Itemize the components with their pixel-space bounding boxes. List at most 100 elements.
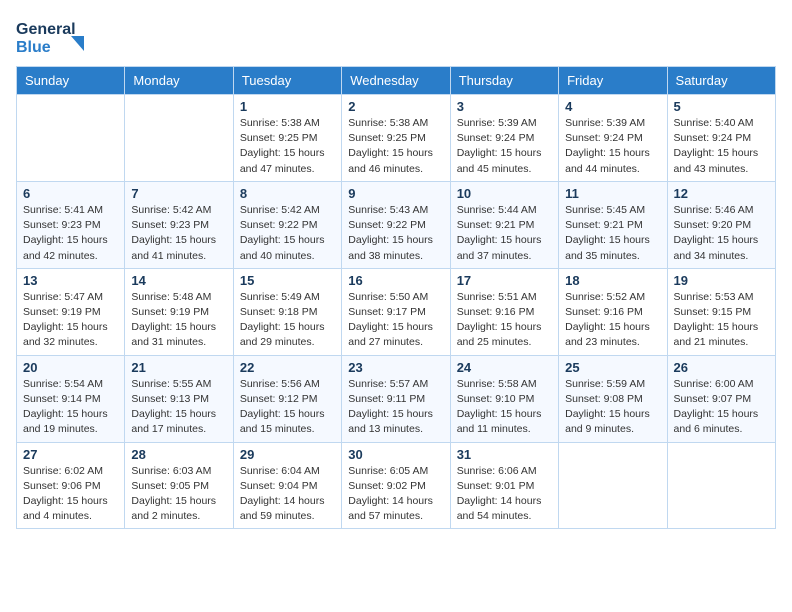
day-number: 26 bbox=[674, 360, 769, 375]
calendar-cell: 4Sunrise: 5:39 AMSunset: 9:24 PMDaylight… bbox=[559, 95, 667, 182]
day-info: Sunrise: 5:42 AMSunset: 9:22 PMDaylight:… bbox=[240, 203, 335, 264]
day-info: Sunrise: 5:40 AMSunset: 9:24 PMDaylight:… bbox=[674, 116, 769, 177]
day-info: Sunrise: 5:41 AMSunset: 9:23 PMDaylight:… bbox=[23, 203, 118, 264]
calendar-cell: 25Sunrise: 5:59 AMSunset: 9:08 PMDayligh… bbox=[559, 355, 667, 442]
day-number: 18 bbox=[565, 273, 660, 288]
calendar-cell: 11 Sunrise: 5:45 AMSunset: 9:21 PMDayligh… bbox=[559, 181, 667, 268]
calendar-cell: 22 Sunrise: 5:56 AMSunset: 9:12 PMDayligh… bbox=[233, 355, 341, 442]
day-info: Sunrise: 5:58 AMSunset: 9:10 PMDaylight:… bbox=[457, 377, 552, 438]
weekday-header-thursday: Thursday bbox=[450, 67, 558, 95]
calendar-cell: 24 Sunrise: 5:58 AMSunset: 9:10 PMDayligh… bbox=[450, 355, 558, 442]
day-info: Sunrise: 5:45 AMSunset: 9:21 PMDaylight:… bbox=[565, 203, 660, 264]
calendar-week-row: 1 Sunrise: 5:38 AMSunset: 9:25 PMDaylight… bbox=[17, 95, 776, 182]
calendar-cell: 30Sunrise: 6:05 AMSunset: 9:02 PMDayligh… bbox=[342, 442, 450, 529]
day-info: Sunrise: 5:46 AMSunset: 9:20 PMDaylight:… bbox=[674, 203, 769, 264]
calendar-cell bbox=[667, 442, 775, 529]
day-number: 29 bbox=[240, 447, 335, 462]
calendar-cell: 16 Sunrise: 5:50 AMSunset: 9:17 PMDayligh… bbox=[342, 268, 450, 355]
day-info: Sunrise: 5:51 AMSunset: 9:16 PMDaylight:… bbox=[457, 290, 552, 351]
day-info: Sunrise: 6:03 AMSunset: 9:05 PMDaylight:… bbox=[131, 464, 226, 525]
day-number: 15 bbox=[240, 273, 335, 288]
day-number: 4 bbox=[565, 99, 660, 114]
day-info: Sunrise: 5:39 AMSunset: 9:24 PMDaylight:… bbox=[457, 116, 552, 177]
calendar-cell: 19Sunrise: 5:53 AMSunset: 9:15 PMDayligh… bbox=[667, 268, 775, 355]
day-info: Sunrise: 6:05 AMSunset: 9:02 PMDaylight:… bbox=[348, 464, 443, 525]
calendar-cell: 5 Sunrise: 5:40 AMSunset: 9:24 PMDaylight… bbox=[667, 95, 775, 182]
day-number: 11 bbox=[565, 186, 660, 201]
calendar-week-row: 20 Sunrise: 5:54 AMSunset: 9:14 PMDayligh… bbox=[17, 355, 776, 442]
day-info: Sunrise: 5:42 AMSunset: 9:23 PMDaylight:… bbox=[131, 203, 226, 264]
day-info: Sunrise: 5:47 AMSunset: 9:19 PMDaylight:… bbox=[23, 290, 118, 351]
day-info: Sunrise: 5:57 AMSunset: 9:11 PMDaylight:… bbox=[348, 377, 443, 438]
day-number: 17 bbox=[457, 273, 552, 288]
day-number: 16 bbox=[348, 273, 443, 288]
calendar-cell: 10 Sunrise: 5:44 AMSunset: 9:21 PMDayligh… bbox=[450, 181, 558, 268]
day-number: 6 bbox=[23, 186, 118, 201]
calendar-cell bbox=[559, 442, 667, 529]
weekday-header-tuesday: Tuesday bbox=[233, 67, 341, 95]
calendar-cell: 26 Sunrise: 6:00 AMSunset: 9:07 PMDayligh… bbox=[667, 355, 775, 442]
day-info: Sunrise: 5:59 AMSunset: 9:08 PMDaylight:… bbox=[565, 377, 660, 438]
day-number: 22 bbox=[240, 360, 335, 375]
header: GeneralBlue bbox=[16, 16, 776, 58]
day-info: Sunrise: 6:06 AMSunset: 9:01 PMDaylight:… bbox=[457, 464, 552, 525]
day-number: 10 bbox=[457, 186, 552, 201]
day-info: Sunrise: 5:55 AMSunset: 9:13 PMDaylight:… bbox=[131, 377, 226, 438]
weekday-header-monday: Monday bbox=[125, 67, 233, 95]
day-info: Sunrise: 5:44 AMSunset: 9:21 PMDaylight:… bbox=[457, 203, 552, 264]
day-info: Sunrise: 5:48 AMSunset: 9:19 PMDaylight:… bbox=[131, 290, 226, 351]
svg-text:Blue: Blue bbox=[16, 39, 51, 56]
calendar-cell: 27Sunrise: 6:02 AMSunset: 9:06 PMDayligh… bbox=[17, 442, 125, 529]
day-number: 1 bbox=[240, 99, 335, 114]
day-number: 8 bbox=[240, 186, 335, 201]
calendar-cell: 21 Sunrise: 5:55 AMSunset: 9:13 PMDayligh… bbox=[125, 355, 233, 442]
calendar-cell: 15Sunrise: 5:49 AMSunset: 9:18 PMDayligh… bbox=[233, 268, 341, 355]
calendar-week-row: 27Sunrise: 6:02 AMSunset: 9:06 PMDayligh… bbox=[17, 442, 776, 529]
day-number: 21 bbox=[131, 360, 226, 375]
calendar-header-row: SundayMondayTuesdayWednesdayThursdayFrid… bbox=[17, 67, 776, 95]
day-number: 13 bbox=[23, 273, 118, 288]
day-number: 9 bbox=[348, 186, 443, 201]
day-number: 2 bbox=[348, 99, 443, 114]
calendar-cell: 12 Sunrise: 5:46 AMSunset: 9:20 PMDayligh… bbox=[667, 181, 775, 268]
weekday-header-sunday: Sunday bbox=[17, 67, 125, 95]
day-number: 20 bbox=[23, 360, 118, 375]
day-number: 5 bbox=[674, 99, 769, 114]
day-info: Sunrise: 5:53 AMSunset: 9:15 PMDaylight:… bbox=[674, 290, 769, 351]
day-info: Sunrise: 5:54 AMSunset: 9:14 PMDaylight:… bbox=[23, 377, 118, 438]
calendar-cell: 2 Sunrise: 5:38 AMSunset: 9:25 PMDaylight… bbox=[342, 95, 450, 182]
calendar-cell: 6 Sunrise: 5:41 AMSunset: 9:23 PMDaylight… bbox=[17, 181, 125, 268]
day-number: 12 bbox=[674, 186, 769, 201]
calendar-cell: 9Sunrise: 5:43 AMSunset: 9:22 PMDaylight… bbox=[342, 181, 450, 268]
logo: GeneralBlue bbox=[16, 16, 86, 58]
weekday-header-wednesday: Wednesday bbox=[342, 67, 450, 95]
svg-text:General: General bbox=[16, 21, 76, 38]
weekday-header-friday: Friday bbox=[559, 67, 667, 95]
day-info: Sunrise: 5:38 AMSunset: 9:25 PMDaylight:… bbox=[240, 116, 335, 177]
day-number: 24 bbox=[457, 360, 552, 375]
day-number: 7 bbox=[131, 186, 226, 201]
day-info: Sunrise: 6:00 AMSunset: 9:07 PMDaylight:… bbox=[674, 377, 769, 438]
calendar-cell: 31Sunrise: 6:06 AMSunset: 9:01 PMDayligh… bbox=[450, 442, 558, 529]
calendar-body: 1 Sunrise: 5:38 AMSunset: 9:25 PMDaylight… bbox=[17, 95, 776, 529]
calendar-week-row: 6 Sunrise: 5:41 AMSunset: 9:23 PMDaylight… bbox=[17, 181, 776, 268]
calendar-cell: 28 Sunrise: 6:03 AMSunset: 9:05 PMDayligh… bbox=[125, 442, 233, 529]
calendar-cell bbox=[125, 95, 233, 182]
calendar-cell: 13 Sunrise: 5:47 AMSunset: 9:19 PMDayligh… bbox=[17, 268, 125, 355]
day-number: 14 bbox=[131, 273, 226, 288]
calendar-cell: 18Sunrise: 5:52 AMSunset: 9:16 PMDayligh… bbox=[559, 268, 667, 355]
day-number: 28 bbox=[131, 447, 226, 462]
calendar-cell: 7 Sunrise: 5:42 AMSunset: 9:23 PMDaylight… bbox=[125, 181, 233, 268]
calendar-week-row: 13 Sunrise: 5:47 AMSunset: 9:19 PMDayligh… bbox=[17, 268, 776, 355]
calendar-cell: 3 Sunrise: 5:39 AMSunset: 9:24 PMDaylight… bbox=[450, 95, 558, 182]
weekday-header-saturday: Saturday bbox=[667, 67, 775, 95]
calendar-cell: 20 Sunrise: 5:54 AMSunset: 9:14 PMDayligh… bbox=[17, 355, 125, 442]
calendar-cell: 23Sunrise: 5:57 AMSunset: 9:11 PMDayligh… bbox=[342, 355, 450, 442]
day-info: Sunrise: 5:56 AMSunset: 9:12 PMDaylight:… bbox=[240, 377, 335, 438]
day-number: 3 bbox=[457, 99, 552, 114]
calendar-cell: 1 Sunrise: 5:38 AMSunset: 9:25 PMDaylight… bbox=[233, 95, 341, 182]
day-info: Sunrise: 5:50 AMSunset: 9:17 PMDaylight:… bbox=[348, 290, 443, 351]
day-info: Sunrise: 5:38 AMSunset: 9:25 PMDaylight:… bbox=[348, 116, 443, 177]
calendar: SundayMondayTuesdayWednesdayThursdayFrid… bbox=[16, 66, 776, 529]
day-number: 27 bbox=[23, 447, 118, 462]
